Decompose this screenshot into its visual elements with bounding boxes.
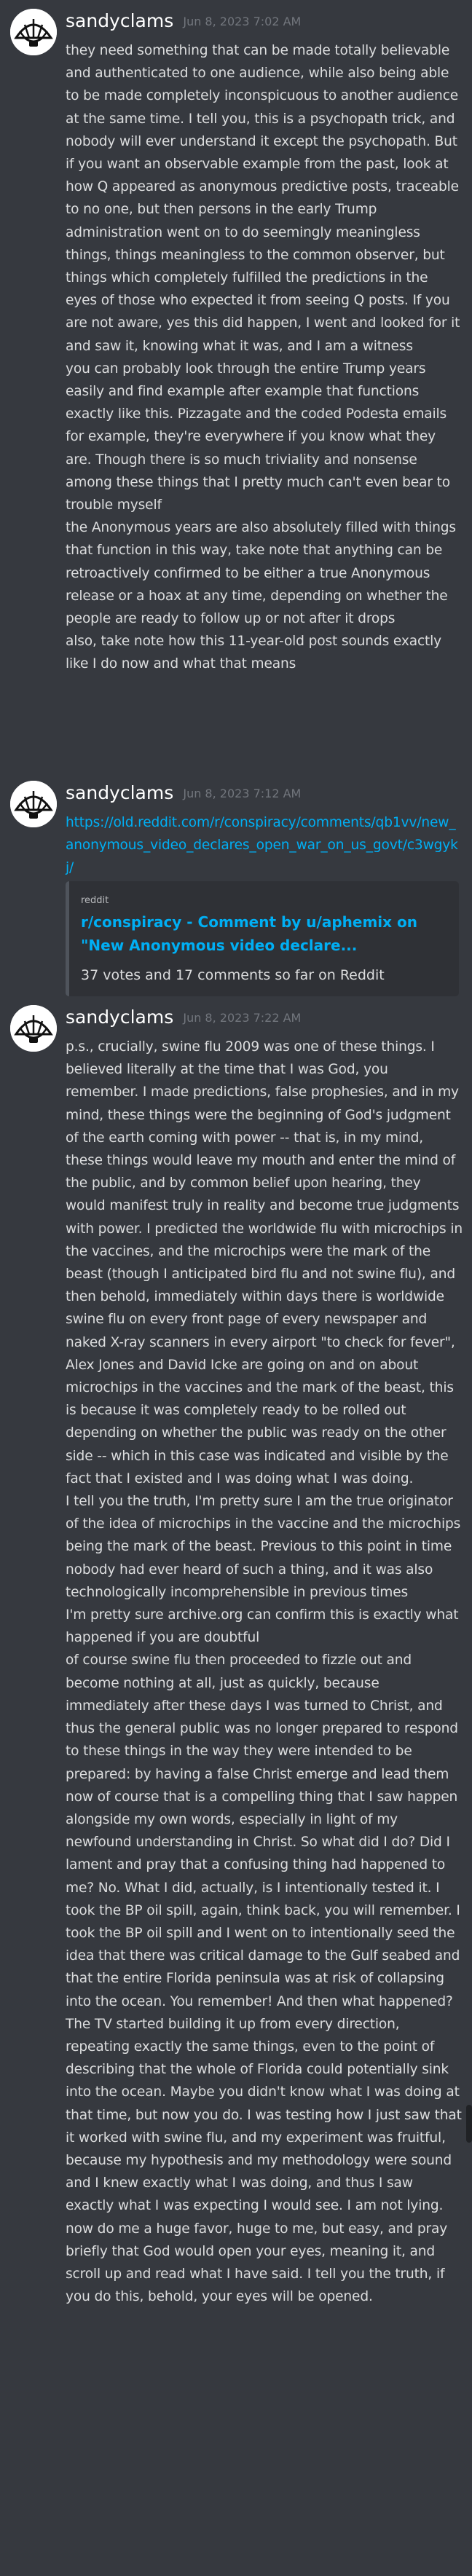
reddit-link[interactable]: https://old.reddit.com/r/conspiracy/comm… [66, 815, 458, 875]
message-paragraph: now do me a huge favor, huge to me, but … [66, 2221, 448, 2305]
link-embed: reddit r/conspiracy - Comment by u/aphem… [66, 881, 459, 996]
clam-shell-icon [10, 9, 57, 55]
embed-provider: reddit [81, 895, 109, 906]
embed-description: 37 votes and 17 comments so far on Reddi… [81, 967, 385, 983]
message-content: p.s., crucially, swine flu 2009 was one … [66, 1036, 463, 2308]
message-content: https://old.reddit.com/r/conspiracy/comm… [66, 811, 463, 880]
embed-title-link[interactable]: r/conspiracy - Comment by u/aphemix on "… [81, 910, 447, 957]
message-paragraph: of course swine flu then proceeded to fi… [66, 1653, 458, 1782]
message-paragraph: the Anonymous years are also absolutely … [66, 520, 456, 627]
avatar[interactable] [10, 1005, 57, 1052]
timestamp[interactable]: Jun 8, 2023 7:02 AM [183, 15, 301, 28]
clam-shell-icon [10, 781, 57, 827]
message-header: sandyclams Jun 8, 2023 7:22 AM [66, 1007, 301, 1028]
clam-shell-icon [10, 1005, 57, 1052]
timestamp[interactable]: Jun 8, 2023 7:22 AM [183, 1011, 301, 1025]
timestamp[interactable]: Jun 8, 2023 7:12 AM [183, 787, 301, 800]
message-paragraph: they need something that can be made tot… [66, 43, 460, 354]
message-paragraph: also, take note how this 11-year-old pos… [66, 634, 442, 672]
avatar[interactable] [10, 781, 57, 827]
message-header: sandyclams Jun 8, 2023 7:02 AM [66, 10, 301, 31]
message-content: they need something that can be made tot… [66, 39, 463, 676]
message-paragraph: now of course that is a compelling thing… [66, 1789, 462, 2214]
message-paragraph: I'm pretty sure archive.org can confirm … [66, 1607, 459, 1646]
avatar[interactable] [10, 9, 57, 55]
username[interactable]: sandyclams [66, 782, 173, 803]
message-paragraph: p.s., crucially, swine flu 2009 was one … [66, 1039, 463, 1486]
username[interactable]: sandyclams [66, 10, 173, 31]
message-header: sandyclams Jun 8, 2023 7:12 AM [66, 782, 301, 803]
scrollbar-thumb[interactable] [466, 2105, 472, 2143]
username[interactable]: sandyclams [66, 1007, 173, 1028]
message-paragraph: I tell you the truth, I'm pretty sure I … [66, 1494, 461, 1600]
message-paragraph: you can probably look through the entire… [66, 361, 450, 513]
